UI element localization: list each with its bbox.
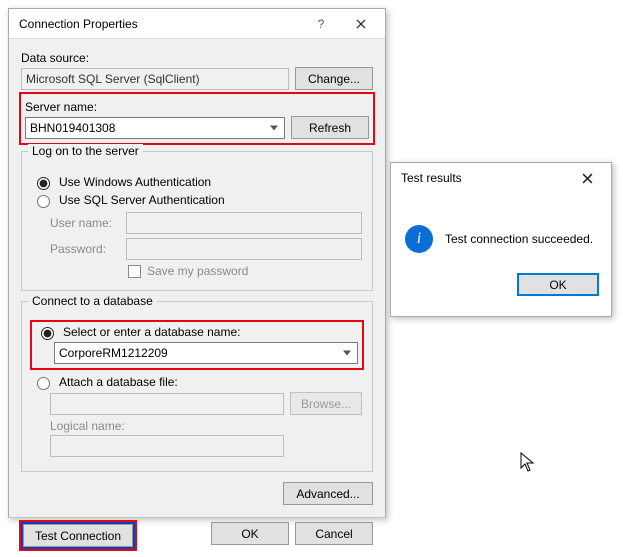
username-label: User name: (50, 216, 120, 230)
close-button[interactable] (341, 11, 381, 37)
refresh-button[interactable]: Refresh (291, 116, 369, 139)
connection-properties-dialog: Connection Properties ? Data source: Cha… (8, 8, 386, 518)
database-name-combo[interactable]: CorporeRM1212209 (54, 342, 358, 364)
advanced-button[interactable]: Advanced... (283, 482, 373, 505)
data-source-field (21, 68, 289, 90)
password-label: Password: (50, 242, 120, 256)
username-field (126, 212, 362, 234)
connect-db-legend: Connect to a database (28, 294, 157, 308)
logon-fieldset: Log on to the server Use Windows Authent… (21, 151, 373, 291)
attach-db-file-field (50, 393, 284, 415)
attach-db-radio[interactable] (37, 377, 50, 390)
server-name-combo[interactable]: BHN019401308 (25, 117, 285, 139)
close-icon (582, 173, 593, 184)
titlebar: Connection Properties ? (9, 9, 385, 39)
close-icon (356, 19, 366, 29)
server-name-label: Server name: (25, 100, 369, 114)
save-password-checkbox (128, 265, 141, 278)
dialog-title: Connection Properties (19, 17, 301, 31)
results-message: Test connection succeeded. (445, 232, 593, 246)
logical-name-label: Logical name: (50, 419, 362, 433)
ok-button[interactable]: OK (211, 522, 289, 545)
dialog-body: Data source: Change... Server name: BHN0… (9, 39, 385, 517)
sql-auth-label: Use SQL Server Authentication (59, 193, 225, 207)
help-button[interactable]: ? (301, 11, 341, 37)
info-icon: i (405, 225, 433, 253)
dialog-footer: Test Connection OK Cancel (9, 518, 385, 557)
results-titlebar: Test results (391, 163, 611, 193)
select-db-radio[interactable] (41, 327, 54, 340)
connect-db-fieldset: Connect to a database Select or enter a … (21, 301, 373, 472)
results-title: Test results (401, 171, 567, 185)
data-source-label: Data source: (21, 51, 373, 65)
results-ok-button[interactable]: OK (517, 273, 599, 296)
password-field (126, 238, 362, 260)
windows-auth-label: Use Windows Authentication (59, 175, 211, 189)
cancel-button[interactable]: Cancel (295, 522, 373, 545)
logon-legend: Log on to the server (28, 144, 143, 158)
logical-name-field (50, 435, 284, 457)
select-db-label: Select or enter a database name: (63, 325, 240, 339)
browse-button: Browse... (290, 392, 362, 415)
save-password-label: Save my password (147, 264, 248, 278)
windows-auth-radio[interactable] (37, 177, 50, 190)
test-connection-button[interactable]: Test Connection (23, 524, 133, 547)
attach-db-label: Attach a database file: (59, 375, 178, 389)
test-results-dialog: Test results i Test connection succeeded… (390, 162, 612, 317)
change-button[interactable]: Change... (295, 67, 373, 90)
results-close-button[interactable] (567, 165, 607, 191)
sql-auth-radio[interactable] (37, 195, 50, 208)
mouse-cursor-icon (520, 452, 536, 474)
